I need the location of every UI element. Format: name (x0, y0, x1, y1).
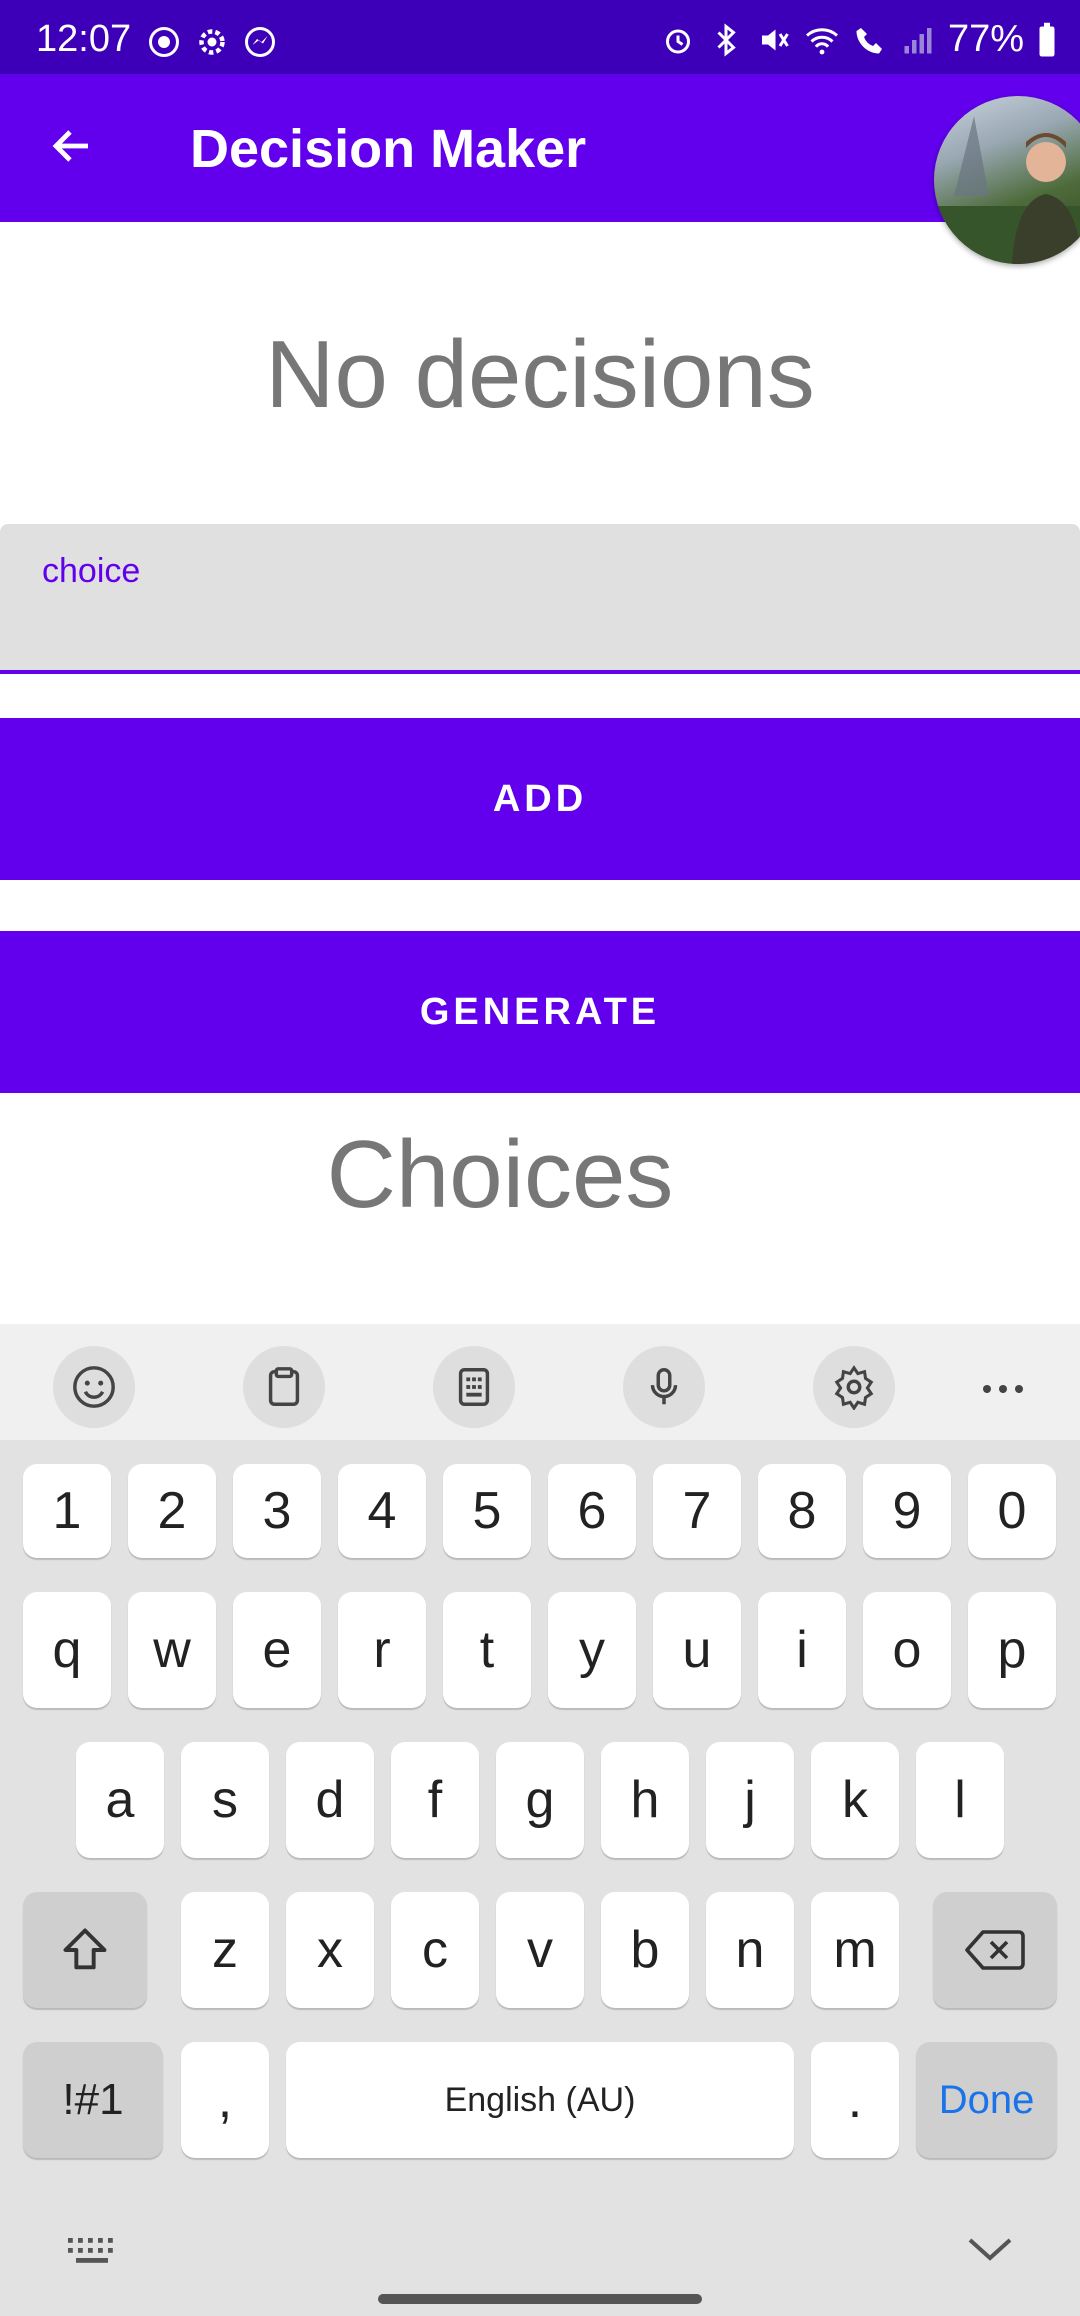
gear-icon (834, 1365, 874, 1410)
key-7[interactable]: 7 (653, 1464, 741, 1558)
no-decisions-heading: No decisions (265, 321, 815, 428)
key-z[interactable]: z (181, 1892, 269, 2008)
key-a[interactable]: a (76, 1742, 164, 1858)
status-time: 12:07 (36, 18, 132, 60)
key-b[interactable]: b (601, 1892, 689, 2008)
choice-input[interactable] (42, 602, 1022, 652)
emoji-icon (73, 1366, 115, 1408)
system-icons: 77% (660, 18, 1058, 61)
shift-icon (63, 1928, 107, 1970)
wifi-calling-icon (856, 27, 882, 53)
comma-key[interactable]: , (181, 2042, 269, 2158)
key-k[interactable]: k (811, 1742, 899, 1858)
bluetooth-icon (717, 22, 736, 57)
hide-keyboard-chevron-icon[interactable] (966, 2230, 1014, 2266)
wifi-icon (805, 27, 838, 54)
key-t[interactable]: t (443, 1592, 531, 1708)
key-r[interactable]: r (338, 1592, 426, 1708)
key-e[interactable]: e (233, 1592, 321, 1708)
arrow-left-icon (52, 130, 88, 162)
messenger-icon (245, 27, 275, 57)
key-q[interactable]: q (23, 1592, 111, 1708)
clipboard-button[interactable] (243, 1346, 325, 1428)
done-key[interactable]: Done (916, 2042, 1057, 2158)
notification-icons (146, 24, 278, 60)
key-0[interactable]: 0 (968, 1464, 1056, 1558)
settings-gear-icon (199, 29, 225, 55)
key-c[interactable]: c (391, 1892, 479, 2008)
choice-field[interactable]: choice (0, 524, 1080, 674)
keyboard-toolbar (0, 1324, 1080, 1440)
key-x[interactable]: x (286, 1892, 374, 2008)
key-p[interactable]: p (968, 1592, 1056, 1708)
period-key[interactable]: . (811, 2042, 899, 2158)
ellipsis-icon (983, 1385, 1023, 1393)
mute-icon (761, 29, 789, 50)
key-f[interactable]: f (391, 1742, 479, 1858)
key-9[interactable]: 9 (863, 1464, 951, 1558)
backspace-icon (965, 1930, 1025, 1970)
home-indicator[interactable] (378, 2294, 702, 2304)
key-i[interactable]: i (758, 1592, 846, 1708)
key-4[interactable]: 4 (338, 1464, 426, 1558)
key-l[interactable]: l (916, 1742, 1004, 1858)
status-bar: 12:07 77% (0, 0, 1080, 74)
keyboard-switch-icon[interactable] (66, 2236, 118, 2266)
battery-percent: 77% (947, 18, 1024, 60)
back-button[interactable] (40, 114, 104, 178)
emoji-button[interactable] (53, 1346, 135, 1428)
key-1[interactable]: 1 (23, 1464, 111, 1558)
symbols-key[interactable]: !#1 (23, 2042, 163, 2158)
choices-heading: Choices (326, 1121, 674, 1228)
key-j[interactable]: j (706, 1742, 794, 1858)
generate-button[interactable]: GENERATE (0, 931, 1080, 1093)
key-y[interactable]: y (548, 1592, 636, 1708)
add-button[interactable]: ADD (0, 718, 1080, 880)
keypad-button[interactable] (433, 1346, 515, 1428)
key-m[interactable]: m (811, 1892, 899, 2008)
key-w[interactable]: w (128, 1592, 216, 1708)
signal-icon (904, 27, 932, 53)
key-g[interactable]: g (496, 1742, 584, 1858)
microphone-icon (650, 1368, 678, 1405)
key-n[interactable]: n (706, 1892, 794, 2008)
space-key[interactable]: English (AU) (286, 2042, 794, 2158)
voice-input-button[interactable] (623, 1346, 705, 1428)
key-d[interactable]: d (286, 1742, 374, 1858)
clipboard-icon (268, 1367, 300, 1406)
key-5[interactable]: 5 (443, 1464, 531, 1558)
key-v[interactable]: v (496, 1892, 584, 2008)
sync-icon (149, 27, 179, 57)
backspace-key[interactable] (933, 1892, 1057, 2008)
keyboard-settings-button[interactable] (813, 1346, 895, 1428)
key-6[interactable]: 6 (548, 1464, 636, 1558)
on-screen-keyboard: 1 2 3 4 5 6 7 8 9 0 q w e r t y u i o p … (0, 1324, 1080, 2316)
more-options-button[interactable] (962, 1348, 1044, 1430)
battery-icon (1039, 22, 1055, 56)
key-u[interactable]: u (653, 1592, 741, 1708)
shift-key[interactable] (23, 1892, 147, 2008)
key-8[interactable]: 8 (758, 1464, 846, 1558)
key-3[interactable]: 3 (233, 1464, 321, 1558)
alarm-icon (665, 29, 690, 53)
key-h[interactable]: h (601, 1742, 689, 1858)
app-title: Decision Maker (190, 119, 587, 179)
app-bar: Decision Maker (0, 74, 1080, 222)
key-o[interactable]: o (863, 1592, 951, 1708)
keypad-icon (458, 1368, 490, 1406)
key-s[interactable]: s (181, 1742, 269, 1858)
key-2[interactable]: 2 (128, 1464, 216, 1558)
choice-field-label: choice (42, 552, 141, 590)
